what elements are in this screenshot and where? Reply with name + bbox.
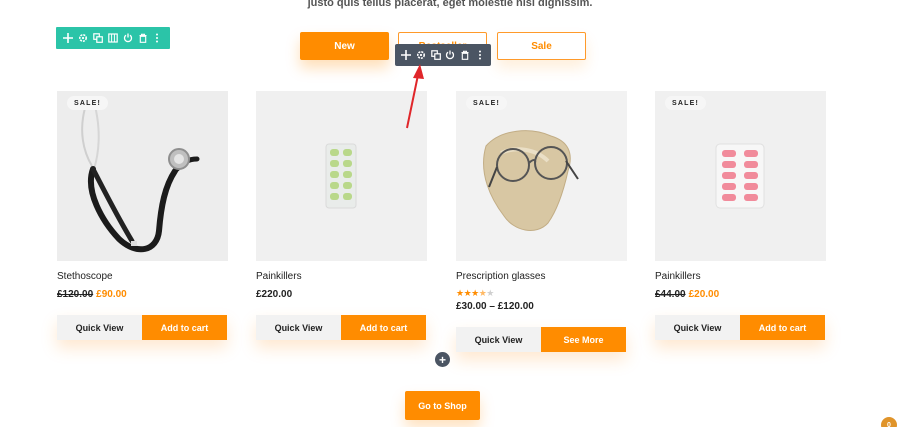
annotation-arrow <box>406 64 424 129</box>
